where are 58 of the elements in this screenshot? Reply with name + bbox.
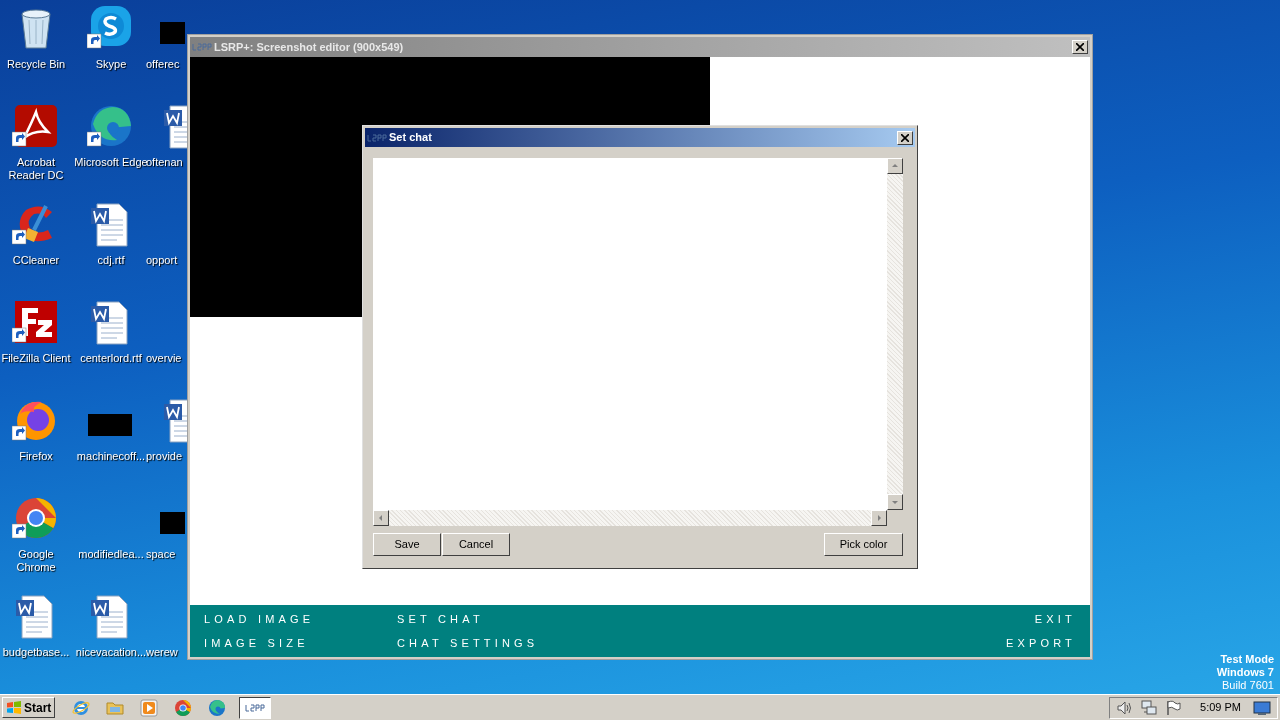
desktop-icon-label[interactable]: Recycle Bin: [6, 58, 66, 71]
edge-icon[interactable]: [207, 697, 228, 718]
close-button[interactable]: [1072, 40, 1088, 54]
desktop-icon-label[interactable]: Microsoft Edge: [74, 156, 148, 169]
desktop-icon-label[interactable]: Skype: [95, 58, 127, 71]
app-logo-icon: [245, 702, 266, 713]
menu-item[interactable]: EXPORT: [1005, 635, 1076, 651]
taskbar-task-button[interactable]: [239, 696, 272, 719]
menu-item[interactable]: CHAT SETTINGS: [397, 635, 539, 651]
window-title: LSRP+: Screenshot editor (900x549): [214, 39, 404, 55]
dialog-button[interactable]: Save: [373, 533, 441, 556]
vertical-scrollbar[interactable]: [887, 158, 903, 510]
system-info-text: Test Mode: [1220, 653, 1274, 666]
dialog-button[interactable]: Cancel: [442, 533, 510, 556]
close-icon: [901, 133, 909, 142]
start-button[interactable]: Start: [2, 697, 56, 718]
desktop-icon-label[interactable]: offerec: [146, 58, 180, 71]
chrome-icon[interactable]: [173, 697, 194, 718]
desktop-icon-label[interactable]: opport: [146, 254, 178, 267]
scroll-arrow-button[interactable]: [871, 510, 887, 526]
network-icon[interactable]: [1140, 698, 1159, 717]
desktop-icon-label[interactable]: provide: [146, 450, 183, 463]
clock-text: 5:09 PM: [1200, 700, 1241, 716]
desktop-icon-label[interactable]: oftenan: [146, 156, 183, 169]
desktop-icon-label[interactable]: FileZilla Client: [1, 352, 71, 365]
desktop-icon-label[interactable]: Google Chrome: [0, 548, 72, 574]
desktop-icon-label[interactable]: overvie: [146, 352, 182, 365]
desktop-icon-label[interactable]: Firefox: [19, 450, 53, 463]
menu-item[interactable]: EXIT: [1034, 611, 1076, 627]
desktop-icon-label[interactable]: budgetbase...: [2, 646, 70, 659]
desktop-icon-label[interactable]: space: [146, 548, 176, 561]
menu-item[interactable]: LOAD IMAGE: [204, 611, 315, 627]
close-icon: [1076, 43, 1084, 51]
dialog-button[interactable]: Pick color: [824, 533, 903, 556]
dialog-title: Set chat: [389, 130, 432, 146]
scroll-arrow-button[interactable]: [887, 158, 903, 174]
scroll-arrow-button[interactable]: [373, 510, 389, 526]
desktop-icon-label[interactable]: modifiedlea...: [78, 548, 144, 561]
system-info-text: Build 7601: [1222, 679, 1274, 692]
menu-item[interactable]: IMAGE SIZE: [204, 635, 309, 651]
media-player-icon[interactable]: [139, 697, 160, 718]
desktop-icon-label[interactable]: CCleaner: [12, 254, 60, 267]
close-button[interactable]: [897, 130, 913, 145]
desktop-icon-label[interactable]: nicevacation...: [75, 646, 147, 659]
flag-icon[interactable]: [1164, 698, 1183, 717]
desktop-icon-label[interactable]: werew: [146, 646, 178, 659]
desktop-icon-label[interactable]: cdj.rtf: [97, 254, 125, 267]
scroll-arrow-button[interactable]: [887, 494, 903, 510]
desktop-icon-label[interactable]: centerlord.rtf: [80, 352, 142, 365]
show-desktop-icon[interactable]: [1253, 699, 1271, 716]
system-info-text: Windows 7: [1216, 666, 1274, 679]
menu-item[interactable]: SET CHAT: [397, 611, 484, 627]
desktop-icon-label[interactable]: machinecoff...: [76, 450, 146, 463]
windows-flag-icon: [6, 700, 22, 715]
app-logo-icon: [192, 42, 212, 52]
desktop-icon-label[interactable]: Acrobat Reader DC: [0, 156, 72, 182]
app-logo-icon: [367, 132, 387, 143]
horizontal-scrollbar[interactable]: [373, 510, 887, 526]
